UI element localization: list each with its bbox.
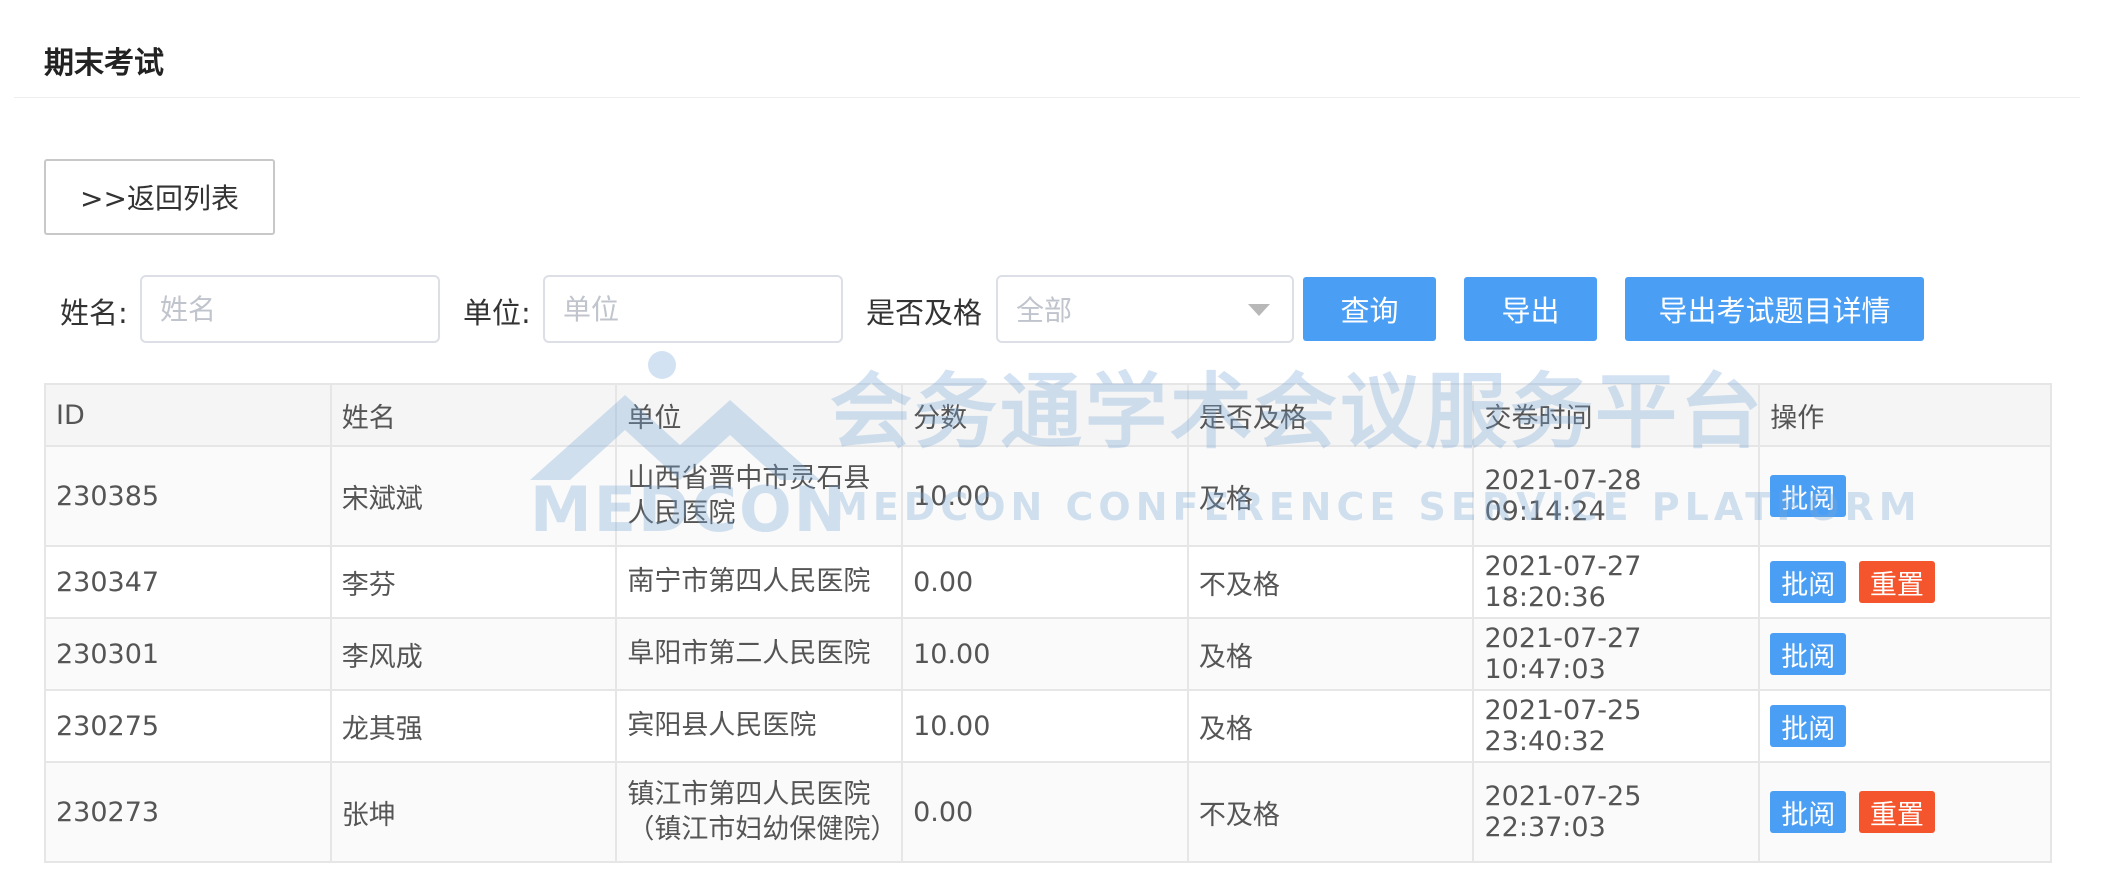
cell-score: 0.00 [901,761,1189,863]
cell-name: 李风成 [329,617,618,691]
cell-score: 0.00 [901,545,1189,619]
cell-unit: 山西省晋中市灵石县人民医院 [615,445,904,547]
cell-unit-text: 山西省晋中市灵石县人民医院 [627,462,871,529]
cell-unit-text: 阜阳市第二人民医院 [627,638,871,670]
chevron-down-icon [1248,304,1270,316]
cell-actions: 批阅 [1758,617,2052,691]
review-button[interactable]: 批阅 [1770,791,1847,833]
page-title: 期末考试 [44,46,164,81]
cell-submit-time: 2021-07-25 22:37:03 [1472,761,1761,863]
export-button[interactable]: 导出 [1464,277,1597,341]
exam-results-table: ID 姓名 单位 分数 是否及格 交卷时间 操作 230385 宋斌斌 山西省晋… [44,383,2052,863]
pass-status-select[interactable]: 全部 [996,275,1294,343]
cell-id: 230385 [44,445,332,547]
back-to-list-button[interactable]: >>返回列表 [44,159,275,235]
column-header-submit-time: 交卷时间 [1472,383,1761,447]
cell-actions: 批阅 重置 [1758,761,2052,863]
cell-unit: 镇江市第四人民医院（镇江市妇幼保健院） [615,761,904,863]
reset-button[interactable]: 重置 [1858,791,1935,833]
cell-submit-time: 2021-07-27 18:20:36 [1472,545,1761,619]
cell-unit: 阜阳市第二人民医院 [615,617,904,691]
cell-score: 10.00 [901,617,1189,691]
table-row: 230301 李风成 阜阳市第二人民医院 10.00 及格 2021-07-27… [44,617,2052,691]
column-header-passed: 是否及格 [1186,383,1475,447]
cell-submit-time: 2021-07-27 10:47:03 [1472,617,1761,691]
cell-name: 龙其强 [329,689,618,763]
query-button[interactable]: 查询 [1303,277,1436,341]
cell-passed: 不及格 [1186,761,1475,863]
cell-score: 10.00 [901,689,1189,763]
title-divider [14,97,2080,98]
cell-id: 230301 [44,617,332,691]
cell-actions: 批阅 重置 [1758,545,2052,619]
reset-button[interactable]: 重置 [1858,561,1935,603]
cell-id: 230275 [44,689,332,763]
cell-passed: 及格 [1186,445,1475,547]
table-row: 230273 张坤 镇江市第四人民医院（镇江市妇幼保健院） 0.00 不及格 2… [44,761,2052,863]
review-button[interactable]: 批阅 [1770,475,1847,517]
cell-id: 230273 [44,761,332,863]
cell-id: 230347 [44,545,332,619]
cell-passed: 及格 [1186,617,1475,691]
cell-passed: 及格 [1186,689,1475,763]
cell-score: 10.00 [901,445,1189,547]
cell-name: 李芬 [329,545,618,619]
cell-unit: 南宁市第四人民医院 [615,545,904,619]
cell-actions: 批阅 [1758,445,2052,547]
cell-unit: 宾阳县人民医院 [615,689,904,763]
table-row: 230385 宋斌斌 山西省晋中市灵石县人民医院 10.00 及格 2021-0… [44,445,2052,547]
column-header-actions: 操作 [1758,383,2052,447]
column-header-unit: 单位 [615,383,904,447]
cell-name: 宋斌斌 [329,445,618,547]
cell-unit-text: 宾阳县人民医院 [627,710,817,742]
review-button[interactable]: 批阅 [1770,705,1847,747]
table-row: 230275 龙其强 宾阳县人民医院 10.00 及格 2021-07-25 2… [44,689,2052,763]
pass-status-selected-value: 全部 [1016,294,1073,327]
table-header-row: ID 姓名 单位 分数 是否及格 交卷时间 操作 [44,383,2052,447]
table-row: 230347 李芬 南宁市第四人民医院 0.00 不及格 2021-07-27 … [44,545,2052,619]
cell-name: 张坤 [329,761,618,863]
cell-passed: 不及格 [1186,545,1475,619]
name-filter-label: 姓名: [60,296,128,330]
review-button[interactable]: 批阅 [1770,633,1847,675]
cell-unit-text: 镇江市第四人民医院（镇江市妇幼保健院） [627,778,898,845]
unit-search-input[interactable] [543,275,843,343]
pass-filter-label: 是否及格 [866,296,983,330]
cell-actions: 批阅 [1758,689,2052,763]
column-header-score: 分数 [901,383,1189,447]
cell-unit-text: 南宁市第四人民医院 [627,566,871,598]
name-search-input[interactable] [140,275,440,343]
review-button[interactable]: 批阅 [1770,561,1847,603]
column-header-name: 姓名 [329,383,618,447]
column-header-id: ID [44,383,332,447]
cell-submit-time: 2021-07-28 09:14:24 [1472,445,1761,547]
cell-submit-time: 2021-07-25 23:40:32 [1472,689,1761,763]
export-exam-details-button[interactable]: 导出考试题目详情 [1625,277,1924,341]
unit-filter-label: 单位: [463,296,531,330]
